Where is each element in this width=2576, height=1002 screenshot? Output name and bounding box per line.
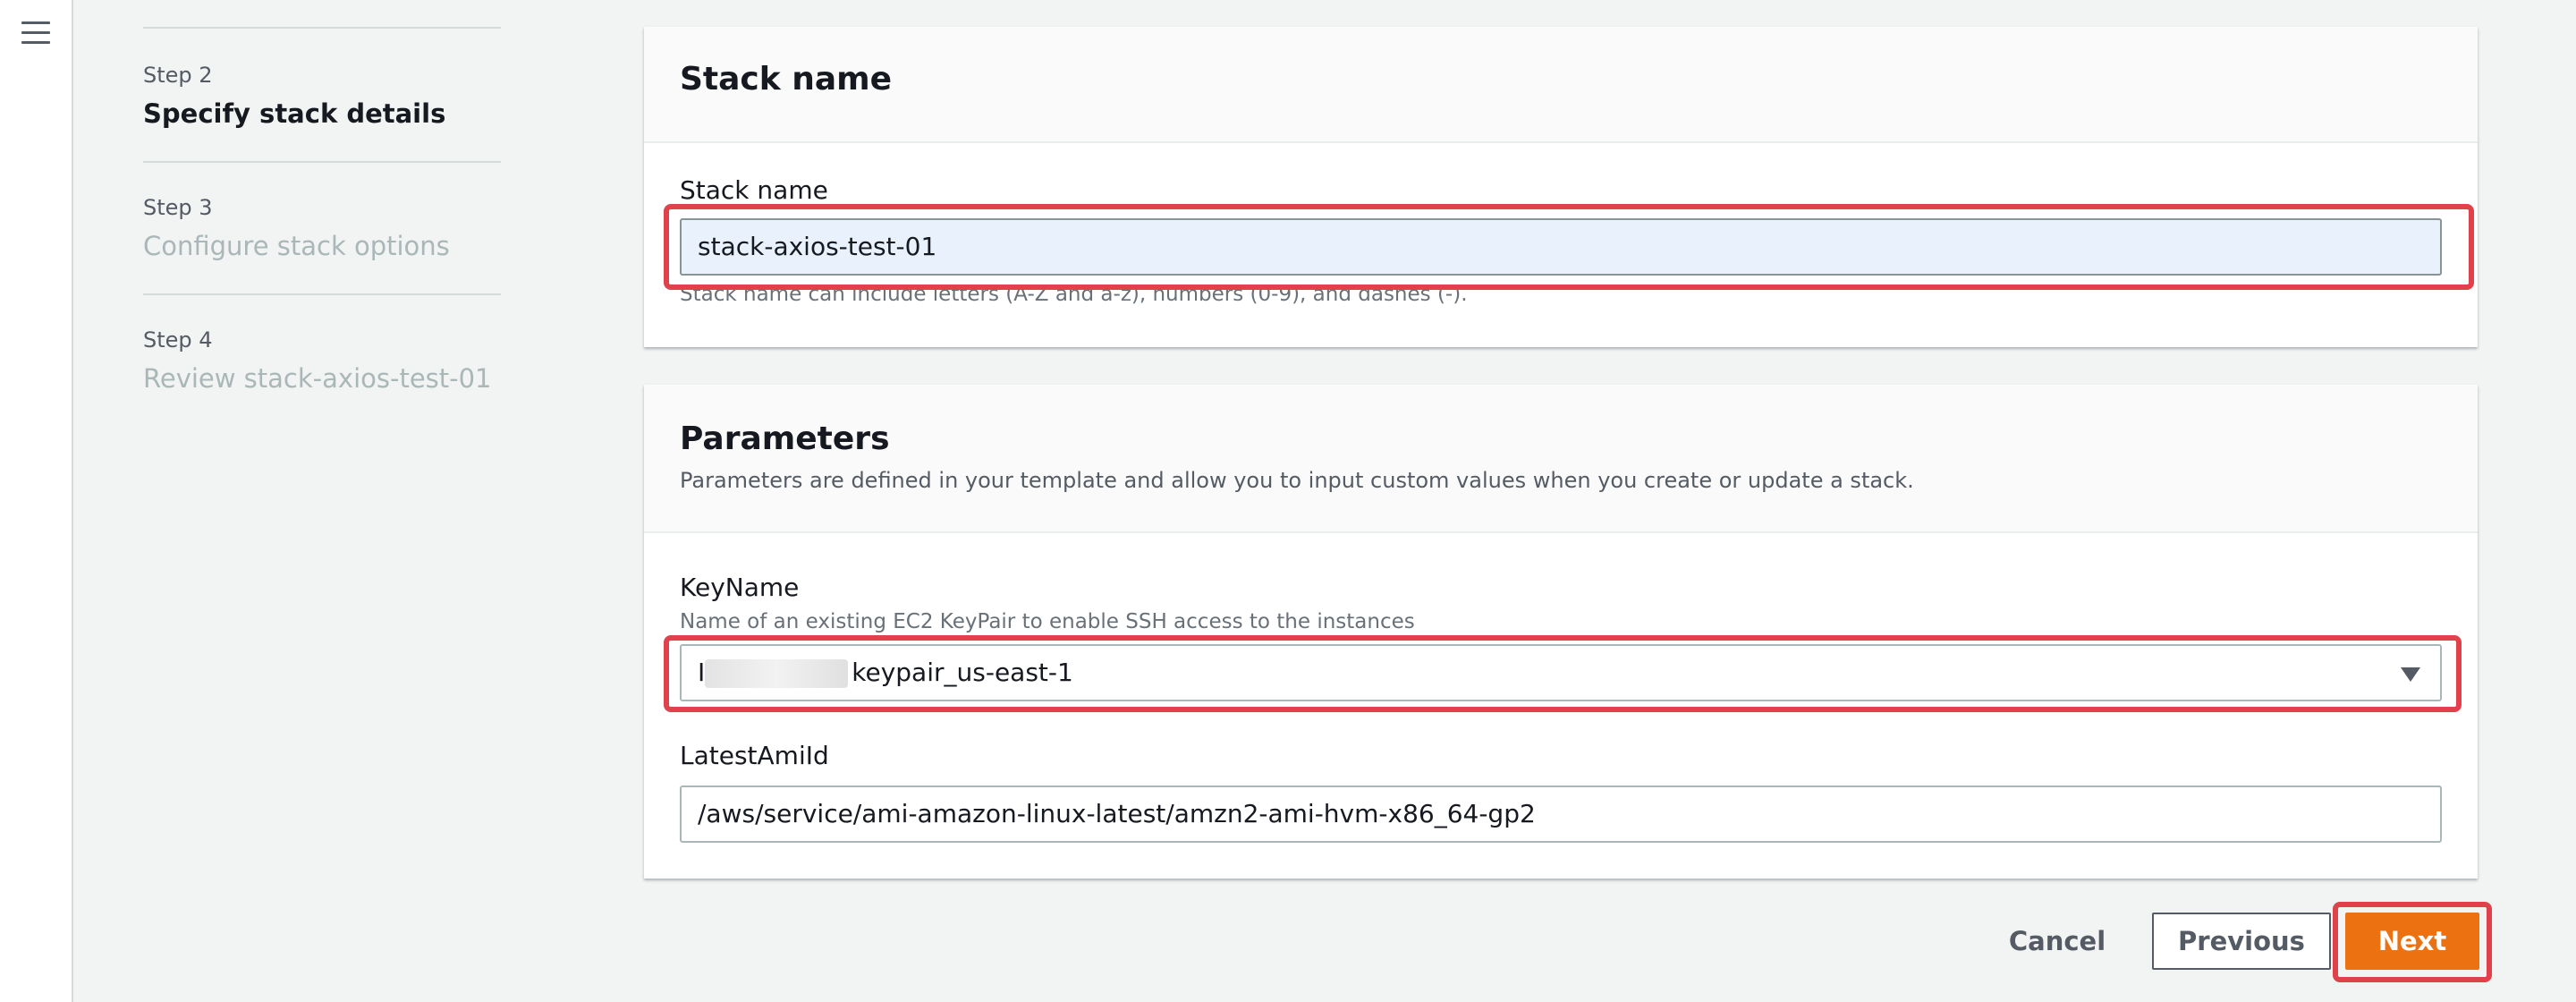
step-number: Step 3: [143, 195, 213, 220]
step-number: Step 2: [143, 63, 213, 88]
cancel-button[interactable]: Cancel: [1995, 918, 2120, 964]
parameters-panel: Parameters Parameters are defined in you…: [644, 385, 2478, 879]
step-item-3[interactable]: Step 3 Configure stack options: [143, 163, 501, 293]
panel-description: Parameters are defined in your template …: [680, 468, 1914, 493]
keyname-description: Name of an existing EC2 KeyPair to enabl…: [680, 610, 1415, 633]
panel-header: Parameters Parameters are defined in you…: [644, 385, 2478, 533]
step-item-2[interactable]: Step 2 Specify stack details: [143, 29, 501, 161]
step-title: Configure stack options: [143, 231, 450, 261]
wizard-steps: Step 2 Specify stack details Step 3 Conf…: [143, 0, 501, 426]
panel-header: Stack name: [644, 27, 2478, 143]
highlight-box: [2333, 902, 2492, 982]
step-title: Review stack-axios-test-01: [143, 363, 492, 394]
previous-button[interactable]: Previous: [2152, 913, 2331, 970]
step-title: Specify stack details: [143, 98, 446, 129]
highlight-box: [664, 204, 2474, 290]
step-item-4[interactable]: Step 4 Review stack-axios-test-01: [143, 295, 501, 426]
panel-title: Stack name: [680, 61, 893, 98]
stack-name-label: Stack name: [680, 175, 828, 205]
hamburger-menu-icon[interactable]: [21, 21, 50, 45]
latestamiid-label: LatestAmiId: [680, 741, 829, 770]
keyname-label: KeyName: [680, 573, 800, 602]
side-nav-bar: [0, 0, 73, 1002]
stack-name-panel: Stack name Stack name stack-axios-test-0…: [644, 27, 2478, 347]
latestamiid-input[interactable]: /aws/service/ami-amazon-linux-latest/amz…: [680, 785, 2442, 843]
panel-title: Parameters: [680, 420, 890, 457]
step-number: Step 4: [143, 327, 213, 352]
highlight-box: [664, 635, 2462, 712]
